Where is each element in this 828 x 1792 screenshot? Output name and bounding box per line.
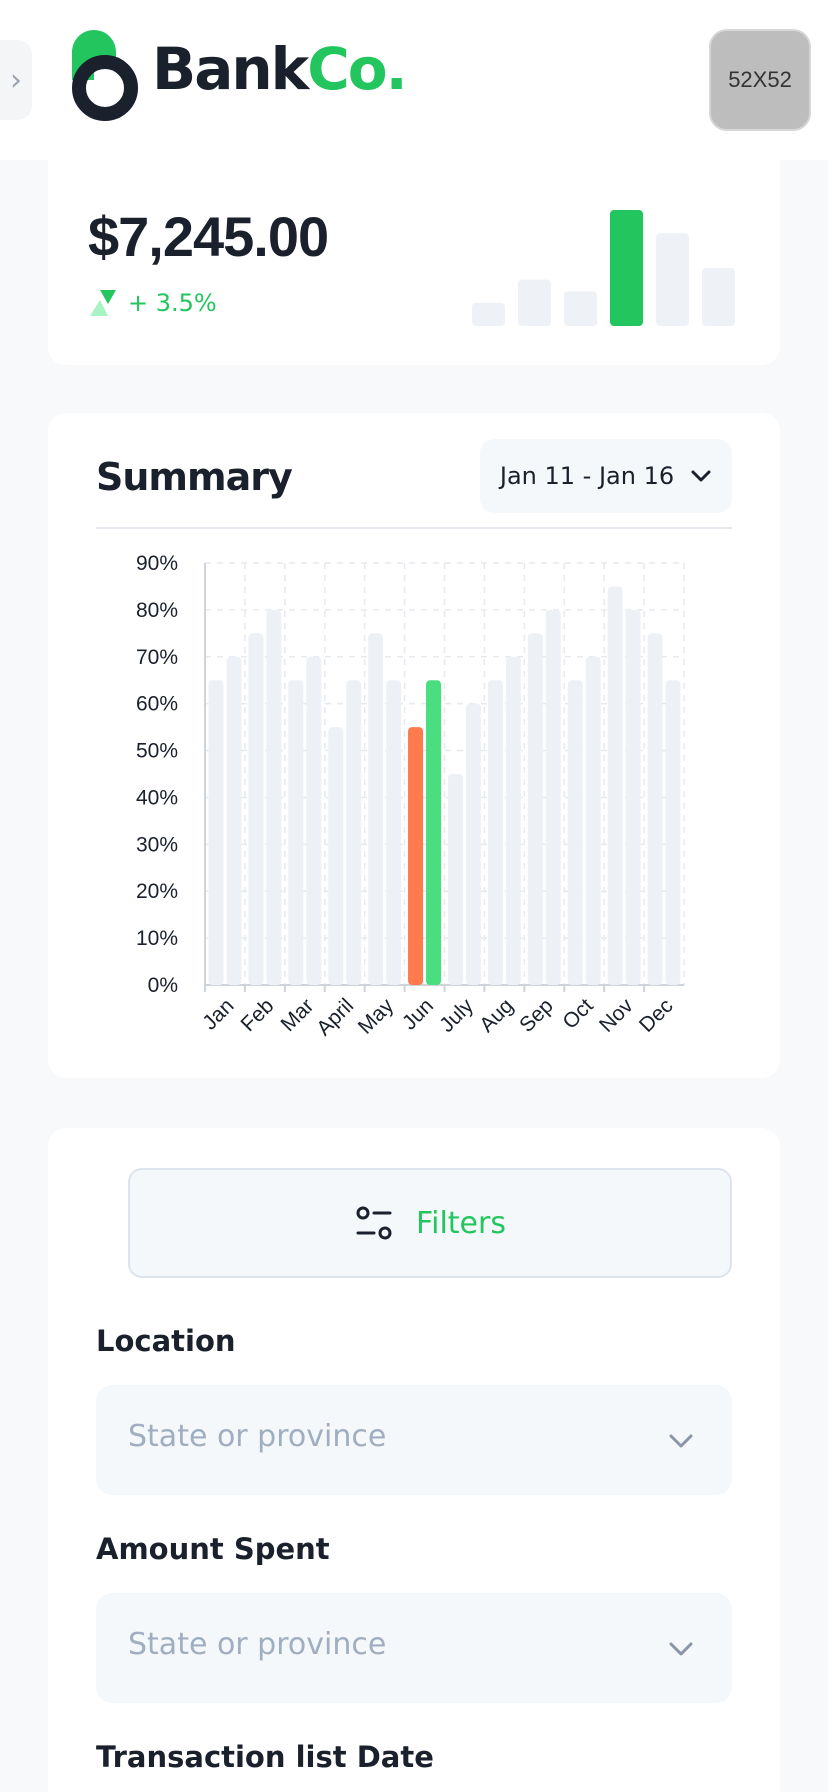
amount-spent-select-placeholder: State or province <box>128 1627 387 1662</box>
date-range-label: Jan 11 - Jan 16 <box>499 462 675 490</box>
x-tick-label: Jan <box>198 994 238 1034</box>
chart-bar <box>248 633 264 985</box>
x-tick-label: Oct <box>558 994 597 1033</box>
chart-bar <box>545 609 561 985</box>
chart-bar <box>607 586 623 985</box>
sidebar-toggle-button[interactable]: › <box>0 40 32 120</box>
x-tick-label: May <box>354 994 399 1039</box>
y-tick-label: 10% <box>136 927 178 950</box>
chevron-down-icon <box>669 1434 693 1448</box>
chart-bar <box>527 633 543 985</box>
x-tick-label: Jun <box>398 994 438 1034</box>
summary-divider <box>96 527 732 529</box>
amount-spent-label: Amount Spent <box>96 1532 330 1566</box>
location-select[interactable]: State or province <box>96 1385 732 1495</box>
logo-text-bank: Bank <box>152 35 309 103</box>
filters-card: Filters Location State or province Amoun… <box>48 1128 780 1792</box>
x-tick-label: Sep <box>515 994 558 1037</box>
avatar-placeholder-text: 52X52 <box>728 67 792 92</box>
chart-bar <box>505 656 521 985</box>
chart-bar <box>328 727 344 985</box>
y-tick-label: 50% <box>136 740 178 763</box>
chevron-down-icon <box>669 1642 693 1656</box>
chart-bar <box>288 680 304 985</box>
chart-bar <box>447 774 463 985</box>
chart-bar <box>386 680 402 985</box>
chart-bar <box>665 680 681 985</box>
app-header: › BankCo. 52X52 <box>0 0 828 160</box>
x-tick-label: Dec <box>635 994 678 1037</box>
balance-trend: + 3.5% <box>88 288 217 318</box>
x-tick-label: Nov <box>595 994 638 1037</box>
chart-bar <box>208 680 224 985</box>
y-tick-label: 80% <box>136 599 178 622</box>
transaction-date-label: Transaction list Date <box>96 1740 434 1774</box>
brand-logo[interactable]: BankCo. <box>72 30 408 126</box>
mini-chart-bar <box>656 233 689 326</box>
mini-chart-bar <box>518 279 551 326</box>
x-tick-label: Aug <box>475 994 518 1037</box>
sliders-icon <box>356 1206 392 1240</box>
mini-chart-bar <box>472 302 505 326</box>
y-tick-label: 0% <box>148 974 178 997</box>
x-tick-label: April <box>312 994 358 1040</box>
logo-text: BankCo. <box>152 40 408 98</box>
chart-bar <box>465 703 481 985</box>
chart-bar <box>346 680 362 985</box>
chart-bar <box>625 609 641 985</box>
chart-bar <box>567 680 583 985</box>
chart-bar <box>585 656 601 985</box>
amount-spent-select[interactable]: State or province <box>96 1593 732 1703</box>
user-avatar[interactable]: 52X52 <box>709 29 811 131</box>
y-tick-label: 20% <box>136 880 178 903</box>
chart-bar <box>368 633 384 985</box>
trend-up-icon <box>90 290 116 316</box>
logo-mark-icon <box>72 30 138 121</box>
chart-bar <box>306 656 322 985</box>
logo-text-co: Co. <box>307 35 407 103</box>
summary-title: Summary <box>96 455 293 499</box>
summary-card: Summary Jan 11 - Jan 16 0% 10% 20% 30% 40% 50… <box>48 413 780 1078</box>
balance-mini-chart <box>472 210 735 326</box>
chevron-right-icon: › <box>10 62 22 98</box>
chart-bar <box>266 609 282 985</box>
x-tick-label: July <box>435 994 478 1037</box>
filters-button[interactable]: Filters <box>128 1168 732 1278</box>
y-tick-label: 70% <box>136 646 178 669</box>
filters-button-label: Filters <box>416 1205 506 1241</box>
mini-chart-bar <box>610 210 643 326</box>
y-tick-label: 30% <box>136 833 178 856</box>
balance-change: + 3.5% <box>128 289 217 317</box>
y-tick-label: 40% <box>136 786 178 809</box>
balance-card: $7,245.00 + 3.5% <box>48 150 780 365</box>
chart-bar <box>647 633 663 985</box>
x-tick-label: Feb <box>237 994 279 1036</box>
chart-bar <box>487 680 503 985</box>
y-tick-label: 60% <box>136 693 178 716</box>
y-tick-label: 90% <box>136 552 178 575</box>
balance-value: $7,245.00 <box>88 205 329 268</box>
location-label: Location <box>96 1324 236 1358</box>
mini-chart-bar <box>564 291 597 326</box>
chart-bar <box>426 680 442 985</box>
date-range-dropdown[interactable]: Jan 11 - Jan 16 <box>480 439 732 513</box>
chart-bar <box>226 656 242 985</box>
summary-bar-chart: 0% 10% 20% 30% 40% 50% 60% 70% 80% 90% JanFebMarAp… <box>136 552 685 1040</box>
mini-chart-bar <box>702 268 735 326</box>
x-tick-label: Mar <box>276 994 318 1036</box>
location-select-placeholder: State or province <box>128 1419 387 1454</box>
chevron-down-icon <box>691 470 711 482</box>
chart-bar <box>408 727 424 985</box>
